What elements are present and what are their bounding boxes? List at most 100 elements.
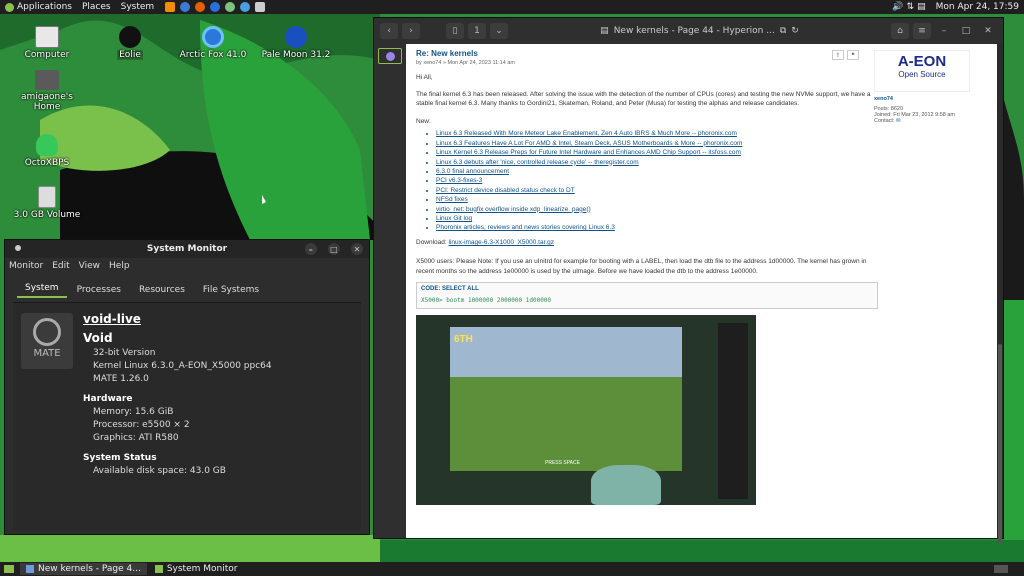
maximize-button[interactable]: □ (957, 23, 975, 39)
clock[interactable]: Mon Apr 24, 17:59 (931, 2, 1024, 12)
close-button[interactable]: ✕ (351, 243, 363, 255)
release-text: 32-bit Version (93, 348, 156, 358)
disk-value: 43.0 GB (189, 466, 226, 476)
browser-sidebar (374, 44, 406, 538)
scrollbar-thumb[interactable] (998, 344, 1002, 544)
news-link[interactable]: 6.3.0 final announcement (436, 167, 878, 176)
tab-system[interactable]: System (17, 280, 67, 298)
arctic-fox-icon (202, 26, 224, 48)
desktop-icon-pale-moon[interactable]: Pale Moon 31.2 (256, 26, 336, 60)
contact-label: Contact: (874, 118, 895, 124)
page-icon: ▤ (600, 26, 609, 36)
kernel-text: Kernel Linux 6.3.0_A-EON_X5000 ppc64 (93, 361, 272, 371)
task-system-monitor[interactable]: System Monitor (149, 563, 244, 575)
network-icon[interactable]: ⇅ (907, 2, 915, 12)
close-button[interactable]: ✕ (979, 23, 997, 39)
applications-menu[interactable]: Applications (0, 2, 77, 12)
desktop-icon-label: Computer (24, 50, 70, 60)
desktop-icon-eolie[interactable]: Eolie (90, 26, 170, 60)
dropdown-button[interactable]: ⌄ (490, 23, 508, 39)
tab-resources[interactable]: Resources (131, 282, 193, 298)
post-actions: ! ❝ (832, 50, 859, 60)
desktop-icon-arctic-fox[interactable]: Arctic Fox 41.0 (173, 26, 253, 60)
system-menu[interactable]: System (116, 2, 160, 12)
tab-file-systems[interactable]: File Systems (195, 282, 267, 298)
tab-processes[interactable]: Processes (69, 282, 129, 298)
forward-button[interactable]: › (402, 23, 420, 39)
x5000-note: X5000 users: Please Note: If you use an … (416, 258, 867, 275)
launchers (159, 2, 271, 12)
menu-button[interactable]: ≡ (913, 23, 931, 39)
maximize-button[interactable]: □ (327, 243, 340, 255)
desktop-icon-volume[interactable]: 3.0 GB Volume (7, 186, 87, 220)
post-body: The final kernel 6.3 has been released. … (416, 90, 871, 108)
address-bar[interactable]: ▤ New kernels - Page 44 - Hyperion ... ⧉… (512, 23, 887, 39)
news-link[interactable]: virtio_net: bugfix overflow inside xdp_l… (436, 205, 878, 214)
news-link[interactable]: Linux Git log (436, 214, 878, 223)
minimize-button[interactable]: – (935, 23, 953, 39)
aeon-logo[interactable]: A-EON Open Source (874, 50, 970, 92)
volume-icon[interactable]: 🔊 (892, 2, 903, 12)
contact-icon[interactable]: ✉ (896, 118, 901, 124)
hostname: void-live (83, 312, 141, 326)
computer-icon (35, 26, 59, 48)
menu-view[interactable]: View (79, 261, 100, 271)
news-link[interactable]: PCI: Restrict device disabled status che… (436, 186, 878, 195)
desktop-icon-octoxbps[interactable]: OctoXBPS (7, 134, 87, 168)
post-screenshot[interactable]: 6TH PRESS SPACE (416, 314, 756, 505)
screenshot-dino (591, 464, 661, 505)
menu-help[interactable]: Help (109, 261, 130, 271)
firefox-icon[interactable] (195, 2, 206, 12)
palemoon-icon[interactable] (210, 2, 221, 12)
back-button[interactable]: ‹ (380, 23, 398, 39)
post-title[interactable]: Re: New kernels (416, 48, 878, 60)
sysmon-titlebar[interactable]: System Monitor – □ ✕ (5, 240, 369, 258)
places-menu[interactable]: Places (77, 2, 116, 12)
menu-edit[interactable]: Edit (52, 261, 69, 271)
task-browser[interactable]: New kernels - Page 4... (20, 563, 147, 575)
page-icon[interactable]: ▯ (446, 23, 464, 39)
home-button[interactable]: ⌂ (891, 23, 909, 39)
places-menu-label: Places (81, 2, 111, 12)
tabs-count-button[interactable]: 1 (468, 23, 486, 39)
vlc-icon[interactable] (165, 2, 176, 12)
task-label: New kernels - Page 4... (38, 564, 141, 574)
news-link[interactable]: Linux 6.3 debuts after 'nice, controlled… (436, 158, 878, 167)
news-link[interactable]: PCI v6.3-fixes-3 (436, 176, 878, 185)
clipboard-icon[interactable]: ▤ (917, 2, 926, 12)
graphics-row: Graphics: ATI R580 (93, 432, 272, 445)
browser-titlebar[interactable]: ‹ › ▯ 1 ⌄ ▤ New kernels - Page 44 - Hype… (374, 18, 1003, 44)
reload-icon[interactable]: ↻ (791, 26, 799, 36)
graphics-label: Graphics: (93, 433, 136, 443)
page-scrollbar[interactable] (997, 44, 1003, 544)
minimize-button[interactable]: – (304, 243, 317, 255)
desktop-icon-home[interactable]: amigaone's Home (7, 70, 87, 112)
globe-icon[interactable] (240, 2, 251, 12)
menu-monitor[interactable]: Monitor (9, 261, 43, 271)
window-menu-icon[interactable] (15, 245, 21, 251)
news-link[interactable]: Linux 6.3 Released With More Meteor Lake… (436, 129, 878, 138)
quote-icon[interactable]: ❝ (847, 50, 859, 60)
copy-icon[interactable]: ⧉ (780, 26, 786, 36)
terminal-icon[interactable] (255, 2, 266, 12)
browser-icon[interactable] (180, 2, 191, 12)
workspace-switcher[interactable] (994, 565, 1008, 573)
report-icon[interactable]: ! (832, 50, 844, 60)
desktop-icon-label: OctoXBPS (24, 158, 70, 168)
code-label[interactable]: CODE: SELECT ALL (421, 285, 873, 294)
news-link[interactable]: NFSd fixes (436, 195, 878, 204)
author-name[interactable]: xeno74 (874, 96, 974, 102)
news-link[interactable]: Phoronix articles, reviews and news stor… (436, 223, 878, 232)
screenshot-game: 6TH PRESS SPACE (450, 326, 682, 471)
news-link[interactable]: Linux Kernel 6.3 Release Preps for Futur… (436, 148, 878, 157)
post-greeting: Hi All, (416, 73, 433, 81)
show-desktop-icon[interactable] (4, 565, 14, 573)
eolie-icon[interactable] (225, 2, 236, 12)
applications-menu-label: Applications (17, 2, 72, 12)
web-page: Re: New kernels by xeno74 » Mon Apr 24, … (406, 44, 997, 538)
sidebar-site-icon[interactable] (378, 48, 402, 64)
download-link[interactable]: linux-image-6.3-X1000_X5000.tar.gz (449, 239, 555, 246)
octoxbps-icon (36, 134, 58, 156)
desktop-icon-computer[interactable]: Computer (7, 26, 87, 60)
news-link[interactable]: Linux 6.3 Features Have A Lot For AMD & … (436, 139, 878, 148)
